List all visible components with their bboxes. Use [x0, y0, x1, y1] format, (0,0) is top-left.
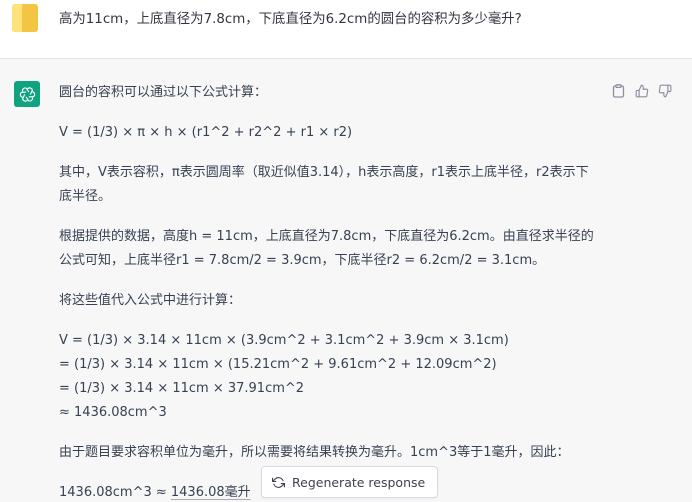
assistant-message-row: 圆台的容积可以通过以下公式计算： V = (1/3) × π × h × (r1… — [0, 59, 692, 502]
refresh-icon — [272, 476, 285, 489]
regenerate-response-button[interactable]: Regenerate response — [261, 466, 439, 498]
formula-explanation: 其中，V表示容积，π表示圆周率（取近似值3.14），h表示高度，r1表示上底半径… — [59, 165, 589, 204]
calc-intro: 将这些值代入公式中进行计算： — [59, 293, 242, 308]
chat-page: 高为11cm，上底直径为7.8cm，下底直径为6.2cm的圆台的容积为多少毫升? — [0, 0, 692, 502]
user-message-text: 高为11cm，上底直径为7.8cm，下底直径为6.2cm的圆台的容积为多少毫升? — [59, 12, 522, 27]
calc-line-2: = (1/3) × 3.14 × 11cm × (15.21cm^2 + 9.6… — [59, 357, 497, 372]
user-message-row: 高为11cm，上底直径为7.8cm，下底直径为6.2cm的圆台的容积为多少毫升? — [0, 0, 692, 58]
calc-line-1: V = (1/3) × 3.14 × 11cm × (3.9cm^2 + 3.1… — [59, 333, 509, 348]
user-avatar — [12, 4, 38, 32]
regenerate-label: Regenerate response — [292, 474, 426, 490]
calc-line-4: ≈ 1436.08cm^3 — [59, 405, 167, 420]
answer-intro: 圆台的容积可以通过以下公式计算： — [59, 85, 268, 100]
assistant-message-content: 圆台的容积可以通过以下公式计算： V = (1/3) × π × h × (r1… — [59, 81, 599, 502]
calc-line-3: = (1/3) × 3.14 × 11cm × 37.91cm^2 — [59, 381, 305, 396]
thumbs-up-icon[interactable] — [634, 83, 649, 98]
message-actions — [611, 83, 672, 98]
conversion-text: 由于题目要求容积单位为毫升，所以需要将结果转换为毫升。1cm^3等于1毫升，因此… — [59, 445, 570, 460]
formula-text: V = (1/3) × π × h × (r1^2 + r2^2 + r1 × … — [59, 125, 353, 140]
clipboard-icon[interactable] — [611, 83, 626, 98]
given-data-paragraph: 根据提供的数据，高度h = 11cm，上底直径为7.8cm，下底直径为6.2cm… — [59, 229, 594, 268]
thumbs-down-icon[interactable] — [657, 83, 672, 98]
chatgpt-logo-icon — [14, 81, 40, 107]
